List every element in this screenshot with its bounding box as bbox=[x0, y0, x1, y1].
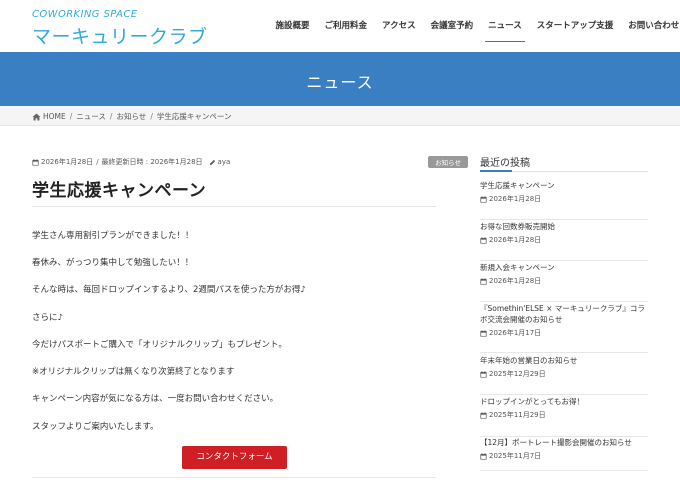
sidebar-divider-accent bbox=[480, 170, 512, 172]
recent-post-title[interactable]: ドロップインがとってもお得！ bbox=[480, 396, 648, 407]
recent-post-item[interactable]: 『Somethin'ELSE × マーキュリークラブ』コラボ交流会開催のお知らせ… bbox=[480, 303, 648, 353]
recent-post-title[interactable]: 年末年始の営業日のお知らせ bbox=[480, 355, 648, 366]
meta-separator: / bbox=[96, 158, 99, 166]
logo-subtitle: COWORKING SPACE bbox=[32, 9, 138, 20]
recent-post-title[interactable]: 『Somethin'ELSE × マーキュリークラブ』コラボ交流会開催のお知らせ bbox=[480, 303, 648, 325]
calendar-icon bbox=[480, 370, 487, 378]
recent-post-item[interactable]: 新規入会キャンペーン 2026年1月28日 bbox=[480, 262, 648, 302]
site-header: COWORKING SPACE マーキュリークラブ 施設概要 ご利用料金 アクセ… bbox=[0, 0, 680, 52]
pencil-icon bbox=[209, 159, 215, 165]
contact-form-button[interactable]: コンタクトフォーム bbox=[182, 446, 287, 469]
recent-post-date: 2025年11月7日 bbox=[489, 452, 542, 460]
recent-post-title[interactable]: お得な回数券販売開始 bbox=[480, 221, 648, 232]
calendar-icon bbox=[480, 195, 487, 203]
global-nav: 施設概要 ご利用料金 アクセス 会議室予約 ニュース スタートアップ支援 お問い… bbox=[268, 0, 680, 52]
post-paragraph: 春休み、がっつり集中して勉強したい！！ bbox=[32, 258, 194, 268]
nav-facility[interactable]: 施設概要 bbox=[268, 0, 317, 52]
recent-post-date: 2026年1月17日 bbox=[489, 329, 542, 337]
post-paragraph: 今だけパスポートご購入で「オリジナルクリップ」もプレゼント。 bbox=[32, 340, 287, 350]
post-paragraph: ※オリジナルクリップは無くなり次第終了となります bbox=[32, 367, 235, 377]
recent-post-item[interactable]: ドロップインがとってもお得！ 2025年11月29日 bbox=[480, 396, 648, 437]
calendar-icon bbox=[480, 277, 487, 285]
site-logo[interactable]: COWORKING SPACE マーキュリークラブ bbox=[32, 9, 207, 48]
logo-title: マーキュリークラブ bbox=[32, 26, 208, 48]
breadcrumb-separator: / bbox=[150, 112, 153, 121]
title-divider bbox=[32, 206, 436, 207]
calendar-icon bbox=[32, 158, 39, 166]
recent-post-date: 2026年1月28日 bbox=[489, 236, 542, 244]
post-date: 2026年1月28日 bbox=[41, 158, 94, 166]
post-title: 学生応援キャンペーン bbox=[32, 181, 207, 201]
post-meta: 2026年1月28日 / 最終更新日時 : 2026年1月28日 aya お知ら… bbox=[32, 156, 468, 168]
breadcrumb-separator: / bbox=[69, 112, 73, 121]
nav-access[interactable]: アクセス bbox=[375, 0, 424, 52]
recent-post-date: 2026年1月28日 bbox=[489, 195, 542, 203]
post-paragraph: スタッフよりご案内いたします。 bbox=[32, 422, 159, 432]
recent-post-title[interactable]: 学生応援キャンペーン bbox=[480, 180, 648, 191]
breadcrumb-current: 学生応援キャンペーン bbox=[156, 112, 232, 121]
nav-news[interactable]: ニュース bbox=[481, 0, 530, 52]
breadcrumb-home[interactable]: HOME bbox=[43, 112, 66, 121]
post-updated: 最終更新日時 : 2026年1月28日 bbox=[101, 158, 203, 166]
page-banner: ニュース bbox=[0, 52, 680, 106]
recent-post-item[interactable]: 【12月】ポートレート撮影会開催のお知らせ 2025年11月7日 bbox=[480, 437, 648, 471]
recent-post-date: 2025年11月29日 bbox=[489, 411, 546, 419]
recent-post-item[interactable]: お得な回数券販売開始 2026年1月28日 bbox=[480, 221, 648, 261]
recent-post-date: 2025年12月29日 bbox=[489, 370, 546, 378]
recent-post-item[interactable]: 学生応援キャンペーン 2026年1月28日 bbox=[480, 180, 648, 220]
post-paragraph: キャンペーン内容が気になる方は、一度お問い合わせください。 bbox=[32, 394, 279, 404]
breadcrumb-category[interactable]: お知らせ bbox=[116, 111, 146, 122]
breadcrumb-news[interactable]: ニュース bbox=[76, 111, 106, 122]
nav-pricing[interactable]: ご利用料金 bbox=[317, 0, 375, 52]
content-divider bbox=[32, 477, 436, 478]
category-badge[interactable]: お知らせ bbox=[396, 156, 468, 168]
recent-posts-heading: 最近の投稿 bbox=[480, 158, 530, 169]
recent-post-title[interactable]: 新規入会キャンペーン bbox=[480, 262, 648, 273]
calendar-icon bbox=[480, 236, 487, 244]
post-author[interactable]: aya bbox=[218, 158, 231, 166]
post-paragraph: そんな時は、毎回ドロップインするより、2週間パスを使った方がお得♪ bbox=[32, 285, 306, 295]
category-label: お知らせ bbox=[428, 156, 468, 168]
home-icon bbox=[32, 112, 41, 121]
nav-startup[interactable]: スタートアップ支援 bbox=[529, 0, 621, 52]
nav-contact[interactable]: お問い合わせ bbox=[621, 0, 680, 52]
post-paragraph: 学生さん専用割引プランができました！！ bbox=[32, 231, 194, 241]
post-paragraph: さらに♪ bbox=[32, 313, 63, 323]
calendar-icon bbox=[480, 329, 487, 337]
breadcrumb: HOME / ニュース / お知らせ / 学生応援キャンペーン bbox=[0, 106, 680, 126]
banner-title: ニュース bbox=[306, 73, 374, 92]
nav-meeting-room[interactable]: 会議室予約 bbox=[423, 0, 481, 52]
calendar-icon bbox=[480, 452, 487, 460]
recent-post-date: 2026年1月28日 bbox=[489, 277, 542, 285]
recent-post-item[interactable]: 年末年始の営業日のお知らせ 2025年12月29日 bbox=[480, 355, 648, 395]
calendar-icon bbox=[480, 411, 487, 419]
breadcrumb-separator: / bbox=[109, 112, 113, 121]
recent-post-title[interactable]: 【12月】ポートレート撮影会開催のお知らせ bbox=[480, 437, 648, 448]
